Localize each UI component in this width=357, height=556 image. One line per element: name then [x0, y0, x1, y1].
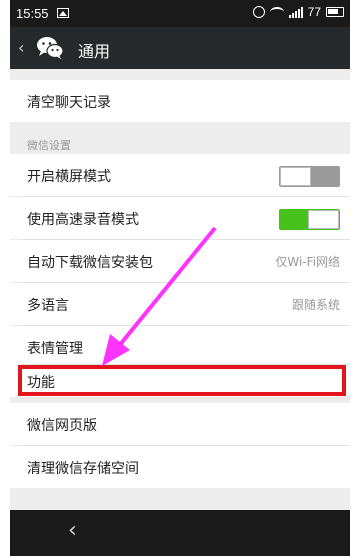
sticker-management-label: 表情管理 [27, 341, 83, 357]
auto-download-label: 自动下载微信安装包 [27, 255, 153, 271]
language-label: 多语言 [27, 298, 69, 314]
nav-back-button[interactable]: ‹ [68, 518, 77, 543]
status-time: 15:55 [16, 6, 49, 21]
clear-chat-history-item[interactable]: 清空聊天记录 [10, 80, 350, 122]
battery-icon [326, 7, 344, 17]
page-title: 通用 [78, 42, 111, 61]
hq-recording-toggle[interactable] [279, 209, 340, 230]
title-bar: ‹ 通用 [10, 27, 350, 69]
landscape-mode-toggle[interactable] [279, 166, 340, 187]
clean-storage-label: 清理微信存储空间 [27, 461, 139, 477]
web-wechat-label: 微信网页版 [27, 418, 97, 434]
hq-recording-item[interactable]: 使用高速录音模式 [10, 197, 350, 239]
signal-icon [288, 6, 303, 18]
image-notification-icon [57, 8, 69, 18]
hq-recording-label: 使用高速录音模式 [27, 212, 139, 228]
section-header-wechat-settings: 微信设置 [27, 139, 71, 152]
auto-download-item[interactable]: 自动下载微信安装包 仅Wi-Fi网络 [10, 240, 350, 282]
wechat-logo-icon [37, 37, 64, 59]
clean-storage-item[interactable]: 清理微信存储空间 [10, 446, 350, 488]
auto-download-value: 仅Wi-Fi网络 [275, 255, 340, 269]
language-item[interactable]: 多语言 跟随系统 [10, 283, 350, 325]
back-button[interactable]: ‹ [18, 38, 24, 57]
highlight-box [18, 365, 346, 396]
wifi-icon [269, 7, 284, 17]
web-wechat-item[interactable]: 微信网页版 [10, 403, 350, 445]
sticker-management-item[interactable]: 表情管理 [10, 326, 350, 368]
status-icons: 77 [252, 5, 344, 19]
phone-screen: 15:55 77 ‹ 通用 清空聊天记录 微信设置 开启横屏模式 使用高速录音模… [10, 0, 350, 556]
battery-level: 77 [307, 5, 321, 19]
status-bar: 15:55 77 [10, 0, 350, 27]
landscape-mode-label: 开启横屏模式 [27, 169, 111, 185]
alarm-icon [252, 6, 265, 18]
landscape-mode-item[interactable]: 开启横屏模式 [10, 154, 350, 196]
navigation-bar: ‹ [10, 510, 350, 556]
clear-chat-history-label: 清空聊天记录 [27, 95, 111, 111]
language-value: 跟随系统 [291, 298, 340, 312]
divider [20, 397, 350, 398]
